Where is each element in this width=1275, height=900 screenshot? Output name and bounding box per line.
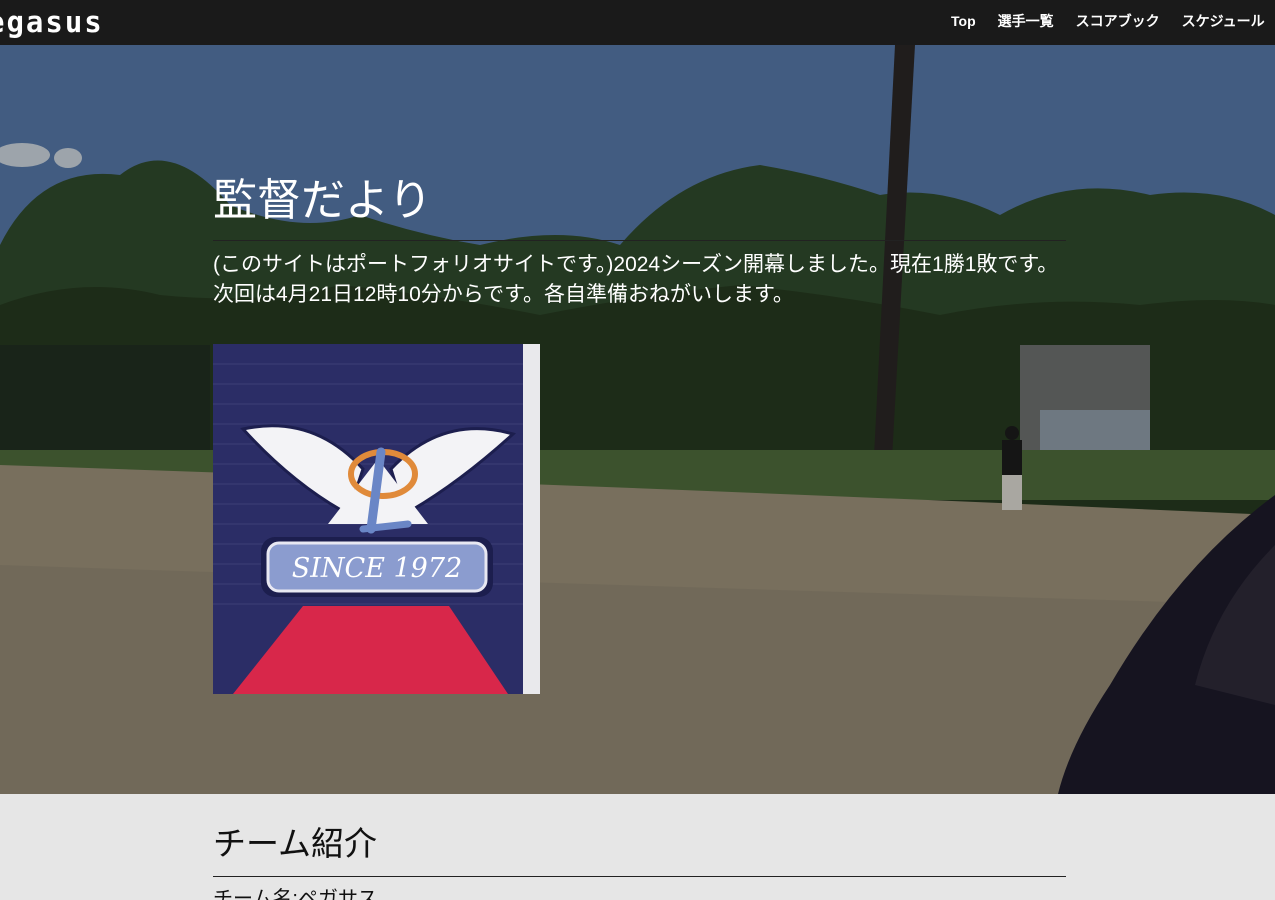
nav-link-schedule[interactable]: スケジュール <box>1182 10 1265 32</box>
team-name-line: チーム名:ペガサス <box>213 888 378 900</box>
hero-section: 監督だより (このサイトはポートフォリオサイトです。)2024シーズン開幕しまし… <box>0 45 1275 794</box>
main-nav: Top 選手一覧 スコアブック スケジュール <box>951 10 1265 32</box>
nav-link-players[interactable]: 選手一覧 <box>998 10 1054 32</box>
site-header: egasus Top 選手一覧 スコアブック スケジュール <box>0 0 1275 45</box>
patch-since-label: SINCE 1972 <box>292 553 462 584</box>
site-logo[interactable]: egasus <box>0 3 104 41</box>
nav-link-top[interactable]: Top <box>951 10 976 32</box>
team-section-title: チーム紹介 <box>213 824 378 863</box>
hero-title: 監督だより <box>213 175 433 226</box>
nav-link-scorebook[interactable]: スコアブック <box>1076 10 1160 32</box>
team-section: チーム紹介 チーム名:ペガサス <box>0 794 1275 900</box>
hero-message: (このサイトはポートフォリオサイトです。)2024シーズン開幕しました。現在1勝… <box>213 253 1059 306</box>
hero-overlay <box>0 45 1275 794</box>
hero-divider <box>213 240 1066 241</box>
team-divider <box>213 876 1066 877</box>
team-patch-image: SINCE 1972 <box>213 344 540 694</box>
